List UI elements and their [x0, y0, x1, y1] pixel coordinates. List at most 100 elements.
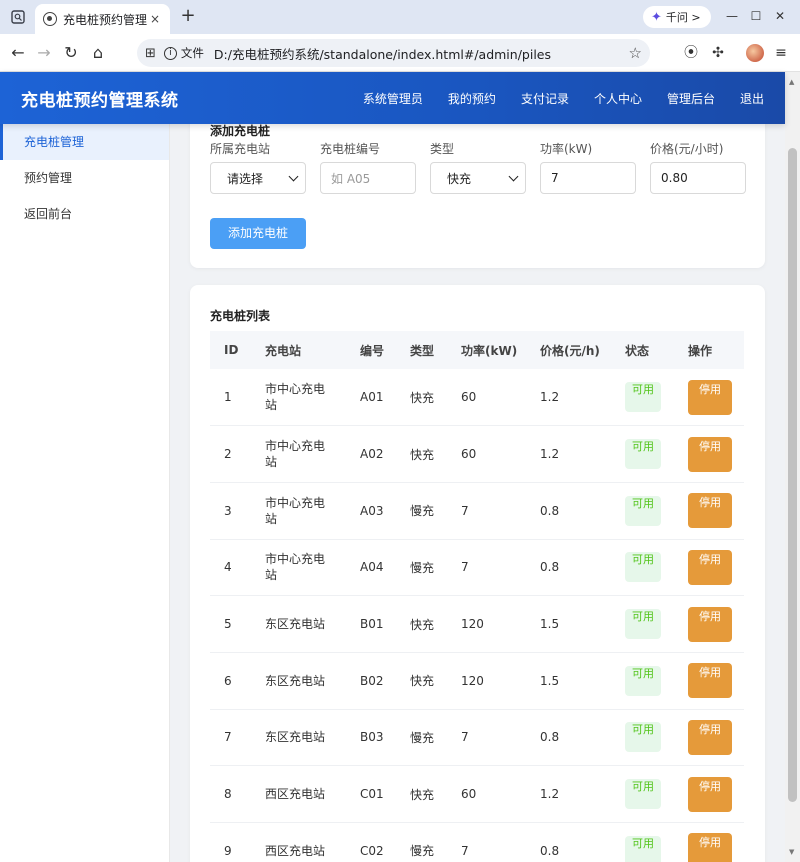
- bookmark-star-icon[interactable]: ☆: [629, 44, 642, 62]
- nav-logout[interactable]: 退出: [740, 90, 764, 107]
- extensions-icon[interactable]: ✣: [709, 44, 727, 62]
- nav-payment-records[interactable]: 支付记录: [521, 90, 569, 107]
- maximize-icon[interactable]: ☐: [748, 8, 764, 24]
- status-badge: 可用: [625, 439, 661, 470]
- disable-button[interactable]: 停用: [688, 606, 732, 642]
- cell-power: 7: [447, 822, 526, 862]
- column-header-code: 编号: [346, 331, 396, 369]
- disable-button[interactable]: 停用: [688, 719, 732, 755]
- column-header-station: 充电站: [251, 331, 346, 369]
- cell-id: 5: [210, 595, 251, 653]
- profile-avatar[interactable]: [746, 44, 764, 62]
- disable-button[interactable]: 停用: [688, 436, 732, 472]
- type-select[interactable]: 快充: [430, 162, 526, 194]
- add-pile-title: 添加充电桩: [210, 124, 271, 138]
- scroll-down-icon[interactable]: ▼: [789, 848, 794, 856]
- type-field-group: 类型 快充: [430, 142, 526, 194]
- scroll-up-icon[interactable]: ▲: [789, 78, 794, 86]
- cell-power: 60: [447, 425, 526, 483]
- cell-code: B02: [346, 652, 396, 710]
- tab-search-icon[interactable]: [8, 7, 28, 27]
- cell-id: 7: [210, 709, 251, 767]
- cell-station: 市中心充电站: [251, 482, 346, 540]
- page-favicon-icon: [43, 12, 57, 26]
- cell-code: B01: [346, 595, 396, 653]
- browser-tab-bar: 充电桩预约管理系 × + ✦ 千问 > — ☐ ✕: [0, 0, 800, 34]
- cell-type: 快充: [396, 652, 447, 710]
- disable-button[interactable]: 停用: [688, 833, 732, 862]
- cell-type: 慢充: [396, 822, 447, 862]
- disable-button[interactable]: 停用: [688, 776, 732, 812]
- nav-admin-user[interactable]: 系统管理员: [363, 90, 423, 107]
- tab-title: 充电桩预约管理系: [63, 12, 148, 27]
- close-tab-icon[interactable]: ×: [148, 12, 162, 26]
- column-header-type: 类型: [396, 331, 447, 369]
- price-input[interactable]: 0.80: [650, 162, 746, 194]
- sidebar-item-pile-management[interactable]: 充电桩管理: [0, 124, 169, 160]
- minimize-icon[interactable]: —: [724, 8, 740, 24]
- power-input[interactable]: 7: [540, 162, 636, 194]
- browser-tab[interactable]: 充电桩预约管理系 ×: [35, 4, 170, 34]
- cell-price: 1.2: [526, 425, 611, 483]
- forward-icon[interactable]: →: [34, 43, 54, 63]
- url-text[interactable]: D:/充电桩预约系统/standalone/index.html#/admin/…: [214, 44, 629, 63]
- home-icon[interactable]: ⌂: [88, 43, 108, 63]
- reload-icon[interactable]: ↻: [61, 43, 81, 63]
- back-icon[interactable]: ←: [8, 43, 28, 63]
- column-header-status: 状态: [611, 331, 674, 369]
- cell-status: 可用: [611, 369, 674, 427]
- cell-id: 3: [210, 482, 251, 540]
- menu-icon[interactable]: ≡: [772, 44, 790, 62]
- top-nav: 系统管理员 我的预约 支付记录 个人中心 管理后台 退出: [363, 72, 764, 124]
- cell-code: A02: [346, 425, 396, 483]
- cell-status: 可用: [611, 765, 674, 823]
- table-row: 7 东区充电站 B03 慢充 7 0.8 可用 停用: [210, 709, 744, 767]
- new-tab-button[interactable]: +: [178, 6, 198, 26]
- cell-status: 可用: [611, 709, 674, 767]
- status-badge: 可用: [625, 779, 661, 810]
- code-field-group: 充电桩编号 如 A05: [320, 142, 416, 194]
- station-select[interactable]: 请选择: [210, 162, 306, 194]
- cell-status: 可用: [611, 595, 674, 653]
- disable-button[interactable]: 停用: [688, 663, 732, 699]
- qianwen-label: 千问 >: [665, 11, 701, 24]
- nav-my-reservations[interactable]: 我的预约: [448, 90, 496, 107]
- broadcast-icon[interactable]: ⦿: [682, 44, 700, 62]
- address-bar[interactable]: ⊞ i 文件 D:/充电桩预约系统/standalone/index.html#…: [137, 39, 650, 67]
- cell-power: 120: [447, 652, 526, 710]
- sidebar-item-reservation-management[interactable]: 预约管理: [0, 160, 169, 196]
- cell-id: 1: [210, 369, 251, 427]
- status-badge: 可用: [625, 609, 661, 640]
- power-input-value: 7: [551, 171, 559, 185]
- cell-action: 停用: [674, 539, 744, 597]
- column-header-power: 功率(kW): [447, 331, 526, 369]
- cell-station: 市中心充电站: [251, 369, 346, 427]
- close-window-icon[interactable]: ✕: [772, 8, 788, 24]
- nav-profile[interactable]: 个人中心: [594, 90, 642, 107]
- cell-type: 快充: [396, 765, 447, 823]
- cell-price: 1.5: [526, 595, 611, 653]
- price-field-group: 价格(元/小时) 0.80: [650, 142, 746, 194]
- code-input[interactable]: 如 A05: [320, 162, 416, 194]
- cell-power: 7: [447, 539, 526, 597]
- cell-action: 停用: [674, 765, 744, 823]
- info-icon[interactable]: i: [163, 46, 177, 60]
- disable-button[interactable]: 停用: [688, 493, 732, 529]
- cell-action: 停用: [674, 822, 744, 862]
- sidebar-item-back-to-frontend[interactable]: 返回前台: [0, 196, 169, 232]
- nav-admin-backend[interactable]: 管理后台: [667, 90, 715, 107]
- disable-button[interactable]: 停用: [688, 549, 732, 585]
- cell-id: 2: [210, 425, 251, 483]
- chevron-down-icon: [508, 171, 519, 182]
- apps-icon[interactable]: ⊞: [145, 46, 156, 61]
- add-pile-form: 所属充电站 请选择 充电桩编号 如 A05 类型 快充 功率(kW) 7 价格(…: [210, 142, 746, 194]
- scrollbar-thumb[interactable]: [788, 148, 797, 802]
- disable-button[interactable]: 停用: [688, 379, 732, 415]
- cell-price: 0.8: [526, 709, 611, 767]
- page-scrollbar[interactable]: ▲ ▼: [785, 72, 800, 862]
- table-row: 1 市中心充电站 A01 快充 60 1.2 可用 停用: [210, 369, 744, 427]
- qianwen-button[interactable]: ✦ 千问 >: [643, 6, 711, 28]
- station-label: 所属充电站: [210, 142, 271, 156]
- cell-station: 东区充电站: [251, 709, 346, 767]
- add-pile-button[interactable]: 添加充电桩: [210, 218, 306, 249]
